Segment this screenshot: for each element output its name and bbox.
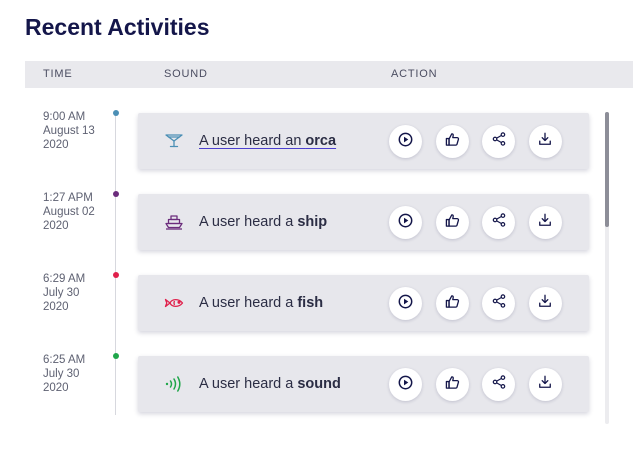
play-button[interactable]	[389, 368, 422, 401]
activity-description: A user heard a fish	[199, 295, 323, 311]
scrollbar[interactable]	[605, 112, 609, 424]
activity-timestamp: 6:25 AM July 30 2020	[43, 353, 85, 395]
download-button[interactable]	[528, 368, 562, 401]
activity-card[interactable]: A user heard an orca	[138, 113, 589, 169]
play-button[interactable]	[389, 206, 422, 239]
thumbs-up-icon	[445, 213, 460, 233]
play-button[interactable]	[389, 125, 422, 158]
activity-row: 1:27 APM August 02 2020 A user heard a s…	[0, 191, 633, 271]
activity-subject: ship	[297, 214, 328, 230]
activity-row: 9:00 AM August 13 2020 A user heard an o…	[0, 110, 633, 190]
like-button[interactable]	[435, 287, 469, 320]
thumbs-up-icon	[445, 294, 460, 314]
download-icon	[538, 375, 552, 394]
activity-description-prefix: A user heard a	[199, 295, 298, 311]
ship-icon	[162, 213, 186, 231]
activity-description-prefix: A user heard a	[199, 214, 298, 230]
column-header-sound: SOUND	[164, 68, 208, 80]
thumbs-up-icon	[445, 132, 460, 152]
download-icon	[538, 132, 552, 151]
activity-card[interactable]: A user heard a sound	[138, 356, 589, 412]
download-icon	[538, 213, 552, 232]
column-header-action: ACTION	[391, 68, 438, 80]
share-button[interactable]	[482, 206, 515, 239]
timeline-dot	[113, 191, 119, 197]
activity-time: 6:25 AM	[43, 354, 86, 366]
activity-year: 2020	[43, 139, 69, 151]
timeline-dot	[113, 353, 119, 359]
play-icon	[398, 132, 413, 152]
thumbs-up-icon	[445, 375, 460, 395]
activity-description-prefix: A user heard a	[199, 376, 298, 392]
download-button[interactable]	[528, 125, 562, 158]
activity-time: 1:27 APM	[43, 192, 93, 204]
share-icon	[492, 375, 506, 394]
fish-icon	[162, 294, 186, 312]
download-button[interactable]	[528, 287, 562, 320]
share-button[interactable]	[482, 287, 515, 320]
like-button[interactable]	[435, 206, 469, 239]
share-icon	[492, 132, 506, 151]
timeline-dot	[113, 272, 119, 278]
glass-icon	[162, 132, 186, 150]
download-icon	[538, 294, 552, 313]
activity-year: 2020	[43, 382, 69, 394]
like-button[interactable]	[435, 368, 469, 401]
activity-subject: fish	[297, 295, 324, 311]
activity-subject: orca	[305, 133, 337, 149]
activity-timestamp: 9:00 AM August 13 2020	[43, 110, 95, 152]
action-buttons	[389, 125, 575, 158]
play-button[interactable]	[389, 287, 422, 320]
activity-time: 6:29 AM	[43, 273, 86, 285]
activity-description-prefix: A user heard an	[199, 133, 306, 149]
play-icon	[398, 375, 413, 395]
activity-subject: sound	[297, 376, 341, 392]
activity-card[interactable]: A user heard a fish	[138, 275, 589, 331]
activity-year: 2020	[43, 220, 69, 232]
sound-waves-icon	[162, 375, 186, 393]
share-button[interactable]	[482, 125, 515, 158]
share-icon	[492, 213, 506, 232]
like-button[interactable]	[435, 125, 469, 158]
column-header-time: TIME	[43, 68, 73, 80]
activity-card[interactable]: A user heard a ship	[138, 194, 589, 250]
share-button[interactable]	[482, 368, 515, 401]
play-icon	[398, 213, 413, 233]
play-icon	[398, 294, 413, 314]
activity-date: August 13	[43, 125, 95, 137]
download-button[interactable]	[528, 206, 562, 239]
scrollbar-thumb[interactable]	[605, 112, 609, 228]
action-buttons	[389, 206, 575, 239]
activity-description: A user heard a ship	[199, 214, 327, 230]
timeline-dot	[113, 110, 119, 116]
activity-row: 6:29 AM July 30 2020 A user heard a fish	[0, 272, 633, 352]
activity-row: 6:25 AM July 30 2020 A user heard a soun…	[0, 353, 633, 433]
activity-date: July 30	[43, 368, 80, 380]
activity-timestamp: 1:27 APM August 02 2020	[43, 191, 95, 233]
action-buttons	[389, 287, 575, 320]
activity-date: August 02	[43, 206, 95, 218]
activity-date: July 30	[43, 287, 80, 299]
action-buttons	[389, 368, 575, 401]
activity-timestamp: 6:29 AM July 30 2020	[43, 272, 85, 314]
activity-year: 2020	[43, 301, 69, 313]
activity-time: 9:00 AM	[43, 111, 86, 123]
share-icon	[492, 294, 506, 313]
table-header: TIME SOUND ACTION	[25, 61, 633, 88]
activity-description-link[interactable]: A user heard an orca	[199, 133, 336, 149]
activity-description: A user heard a sound	[199, 376, 341, 392]
page-title: Recent Activities	[25, 14, 210, 40]
